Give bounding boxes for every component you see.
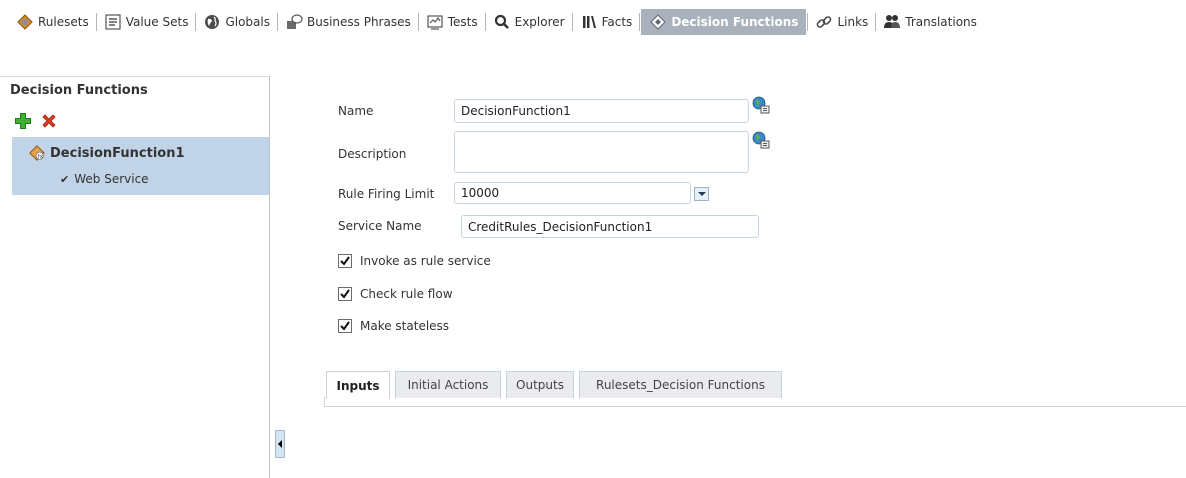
toolbar-separator	[95, 13, 97, 31]
tree-item-web-service[interactable]: ✔ Web Service	[60, 172, 149, 186]
rule-firing-limit-value: 10000	[461, 186, 500, 200]
tab-strip: Inputs Initial Actions Outputs Rulesets_…	[324, 369, 1186, 407]
business-phrases-icon	[285, 13, 303, 31]
globe-icon	[203, 13, 221, 31]
tests-icon	[426, 13, 444, 31]
rule-firing-limit-dropdown-button[interactable]	[694, 187, 709, 201]
facts-icon	[580, 13, 598, 31]
name-value: DecisionFunction1	[461, 104, 571, 118]
toolbar-value-sets[interactable]: Value Sets	[98, 10, 195, 34]
toolbar-decision-functions[interactable]: Decision Functions	[641, 9, 807, 35]
toolbar-separator	[484, 13, 486, 31]
toolbar-business-phrases[interactable]: Business Phrases	[279, 10, 417, 34]
service-name-label: Service Name	[338, 219, 422, 233]
svg-text:fx: fx	[38, 154, 43, 160]
checkbox-box[interactable]	[338, 287, 352, 301]
top-toolbar: Rulesets Value Sets Globals Business Phr…	[0, 0, 1186, 44]
decision-function-tree: fx DecisionFunction1 ✔ Web Service	[12, 137, 269, 195]
ruleset-icon	[16, 13, 34, 31]
search-icon	[493, 13, 511, 31]
checkbox-box[interactable]	[338, 254, 352, 268]
panel-title: Decision Functions	[10, 83, 148, 98]
service-name-field[interactable]: CreditRules_DecisionFunction1	[461, 215, 759, 238]
checkmark-icon: ✔	[60, 172, 70, 186]
chevron-down-icon	[697, 192, 706, 196]
collapse-left-icon	[278, 440, 282, 448]
link-icon	[815, 13, 833, 31]
tab-outputs[interactable]: Outputs	[506, 371, 574, 398]
toolbar-separator	[639, 13, 641, 31]
add-icon	[14, 112, 32, 133]
decision-functions-icon	[649, 13, 667, 31]
delete-icon	[40, 112, 58, 133]
name-field[interactable]: DecisionFunction1	[454, 99, 749, 123]
toolbar-separator	[195, 13, 197, 31]
delete-decision-function-button[interactable]	[40, 113, 58, 131]
toolbar-facts[interactable]: Facts	[574, 10, 639, 34]
toolbar-separator	[276, 13, 278, 31]
description-field[interactable]	[454, 131, 749, 173]
toolbar-rulesets[interactable]: Rulesets	[10, 10, 95, 34]
description-label: Description	[338, 147, 407, 161]
value-sets-icon	[104, 13, 122, 31]
tree-item-decisionfunction1[interactable]: fx DecisionFunction1	[28, 144, 185, 162]
tab-initial-actions[interactable]: Initial Actions	[395, 371, 501, 398]
tab-inputs[interactable]: Inputs	[326, 371, 390, 399]
rule-firing-limit-select[interactable]: 10000	[454, 182, 691, 204]
toolbar-separator	[875, 13, 877, 31]
toolbar-separator	[417, 13, 419, 31]
toolbar-tests[interactable]: Tests	[420, 10, 484, 34]
translations-icon	[883, 13, 901, 31]
check-rule-flow-checkbox[interactable]: Check rule flow	[338, 287, 453, 301]
tree-child-label: Web Service	[74, 172, 149, 186]
toolbar-explorer[interactable]: Explorer	[487, 10, 571, 34]
checkbox-box[interactable]	[338, 319, 352, 333]
add-decision-function-button[interactable]	[14, 112, 32, 133]
make-stateless-checkbox[interactable]: Make stateless	[338, 319, 449, 333]
rule-firing-limit-label: Rule Firing Limit	[338, 187, 435, 201]
toolbar-separator	[571, 13, 573, 31]
name-label: Name	[338, 104, 374, 118]
invoke-as-rule-service-checkbox[interactable]: Invoke as rule service	[338, 254, 491, 268]
toolbar-links[interactable]: Links	[809, 10, 874, 34]
decision-functions-panel: Decision Functions fx DecisionFunction1 …	[0, 76, 270, 478]
translate-description-icon[interactable]	[751, 131, 771, 151]
tree-item-label: DecisionFunction1	[50, 145, 185, 161]
collapse-panel-handle[interactable]	[275, 430, 285, 458]
translate-name-icon[interactable]	[751, 96, 771, 116]
panel-toolbar	[14, 112, 58, 133]
tab-rulesets-decision-functions[interactable]: Rulesets_Decision Functions	[579, 371, 782, 398]
toolbar-translations[interactable]: Translations	[877, 10, 983, 34]
toolbar-separator	[807, 13, 809, 31]
tab-panel	[324, 397, 1186, 407]
decision-function-icon: fx	[28, 144, 46, 162]
service-name-value: CreditRules_DecisionFunction1	[468, 219, 653, 234]
toolbar-globals[interactable]: Globals	[197, 10, 276, 34]
